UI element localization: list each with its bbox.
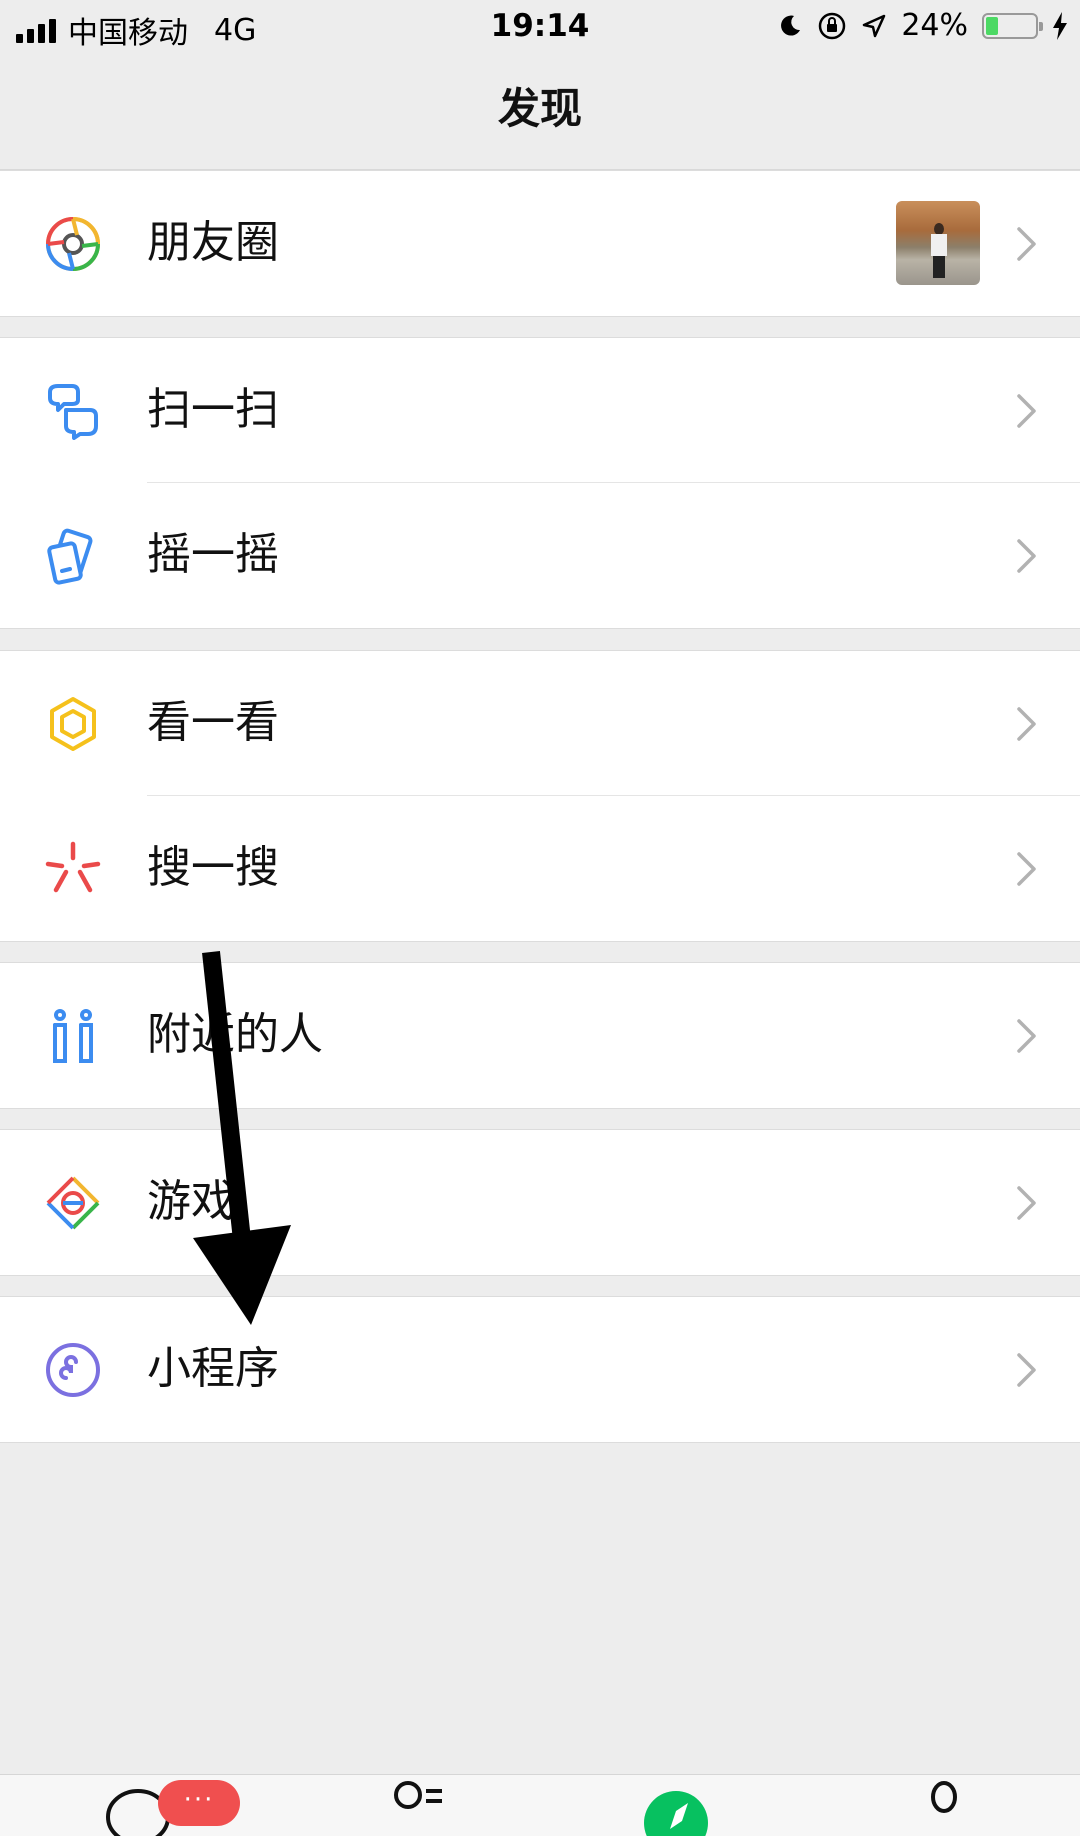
games-group: 游戏 [0,1129,1080,1276]
moments-icon [46,217,100,271]
orientation-lock-icon [819,12,846,39]
moments-thumbnail [896,201,980,285]
moon-icon [781,15,801,36]
tab-me[interactable] [920,1775,980,1836]
charging-icon [1053,11,1067,40]
page-title: 发现 [497,84,582,133]
menu-item-label: 小程序 [147,1343,279,1394]
menu-item-top-stories[interactable]: 看一看 [0,651,1080,796]
menu-item-scan[interactable]: 扫一扫 [0,338,1080,483]
moments-group: 朋友圈 [0,170,1080,317]
battery-fill [986,16,998,35]
search-icon [45,841,101,893]
menu-item-mini-programs[interactable]: 小程序 [0,1297,1080,1442]
unread-badge: ··· [158,1780,240,1826]
people-nearby-icon [53,1009,93,1063]
person-icon [931,1781,957,1813]
scan-shake-group: 扫一扫 摇一摇 [0,337,1080,629]
battery-icon [982,12,1043,39]
shake-icon [47,528,93,585]
nearby-group: 附近的人 [0,962,1080,1109]
stories-search-group: 看一看 搜一搜 [0,650,1080,942]
menu-item-label: 游戏 [147,1176,235,1227]
menu-item-label: 附近的人 [147,1009,323,1060]
chevron-right-icon [1017,852,1036,886]
chevron-right-icon [1017,227,1036,261]
mini-program-icon [46,1343,100,1397]
menu-item-label: 朋友圈 [147,217,279,268]
top-stories-icon [50,697,96,751]
tab-discover[interactable] [640,1775,720,1836]
chevron-right-icon [1017,394,1036,428]
mini-programs-group: 小程序 [0,1296,1080,1443]
menu-item-label: 摇一摇 [147,529,279,580]
menu-item-moments[interactable]: 朋友圈 [0,171,1080,316]
chevron-right-icon [1017,1353,1036,1387]
menu-item-label: 看一看 [147,697,279,748]
status-bar: 中国移动 4G 19:14 24% [0,0,1080,55]
menu-item-shake[interactable]: 摇一摇 [0,483,1080,628]
menu-item-people-nearby[interactable]: 附近的人 [0,963,1080,1108]
contacts-icon [394,1781,442,1809]
chevron-right-icon [1017,707,1036,741]
status-right: 24% [777,8,1068,43]
location-icon [863,14,886,37]
menu-item-label: 搜一搜 [147,842,279,893]
scan-icon [48,384,98,440]
menu-item-search[interactable]: 搜一搜 [0,796,1080,941]
chevron-right-icon [1017,1186,1036,1220]
menu-item-label: 扫一扫 [147,384,279,435]
games-icon [46,1176,100,1230]
battery-percent: 24% [901,8,968,43]
chevron-right-icon [1017,1019,1036,1053]
menu-item-games[interactable]: 游戏 [0,1130,1080,1275]
tab-contacts[interactable] [380,1775,460,1836]
compass-icon [644,1791,708,1836]
chevron-right-icon [1017,539,1036,573]
